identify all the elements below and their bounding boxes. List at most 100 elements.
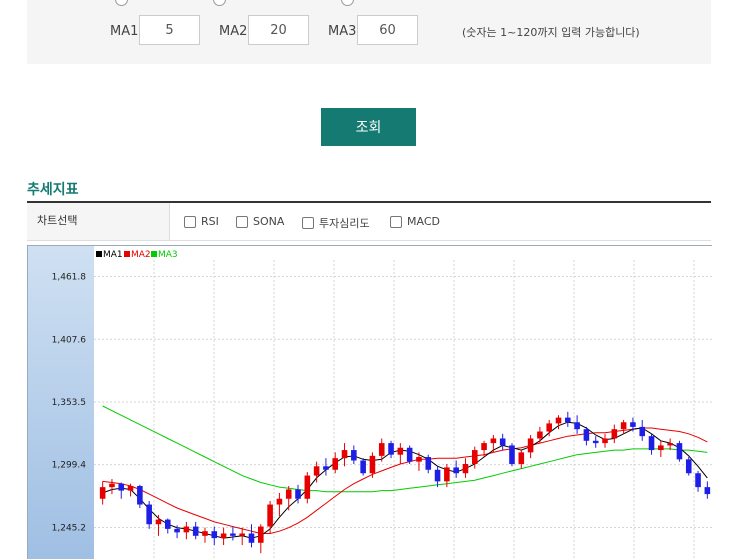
candle-body bbox=[611, 429, 618, 439]
ma2-label: MA2 bbox=[219, 24, 248, 39]
candle-body bbox=[211, 531, 218, 539]
candle-body bbox=[341, 450, 348, 459]
indicator-rsi[interactable]: RSI bbox=[184, 215, 219, 228]
candle-body bbox=[434, 469, 441, 482]
candle-body bbox=[146, 504, 152, 525]
y-tick-label: 1,245.2 bbox=[52, 523, 86, 533]
psychology-checkbox[interactable] bbox=[302, 217, 314, 229]
ma2-input[interactable] bbox=[248, 15, 309, 45]
candle-body bbox=[332, 458, 339, 470]
candle-body bbox=[444, 467, 450, 482]
y-tick-label: 1,407.6 bbox=[52, 335, 87, 345]
legend-ma1: MA1 bbox=[103, 250, 123, 260]
candle-body bbox=[416, 457, 422, 462]
candle-body bbox=[202, 531, 208, 536]
candle-body bbox=[471, 450, 478, 464]
candle-body bbox=[592, 440, 599, 444]
candle-body bbox=[183, 526, 190, 533]
candle-body bbox=[267, 504, 273, 527]
indicator-psychology[interactable]: 투자심리도 bbox=[302, 215, 370, 231]
candle-body bbox=[304, 475, 311, 499]
radio-option-2[interactable] bbox=[213, 0, 226, 6]
candle-body bbox=[360, 460, 366, 474]
macd-checkbox[interactable] bbox=[390, 215, 402, 228]
candle-body bbox=[378, 443, 385, 456]
candle-body bbox=[174, 528, 180, 533]
radio-option-1[interactable] bbox=[115, 0, 128, 6]
candle-body bbox=[192, 526, 199, 536]
sona-checkbox[interactable] bbox=[236, 215, 248, 228]
candle-body bbox=[546, 423, 552, 432]
legend-ma1-swatch bbox=[96, 251, 102, 257]
candle-body bbox=[99, 487, 106, 499]
candle-body bbox=[313, 466, 320, 476]
candle-body bbox=[639, 426, 646, 437]
indicator-macd[interactable]: MACD bbox=[390, 215, 440, 228]
ma-input-hint: (숫자는 1~120까지 입력 가능합니다) bbox=[462, 26, 640, 39]
candle-body bbox=[462, 463, 469, 474]
candle-body bbox=[481, 443, 487, 451]
candle-body bbox=[220, 533, 227, 539]
candle-body bbox=[295, 489, 301, 499]
candle-body bbox=[137, 485, 143, 505]
candle-body bbox=[565, 417, 571, 423]
macd-label: MACD bbox=[407, 215, 440, 228]
price-chart[interactable]: 1,461.8 1,407.6 1,353.5 1,299.4 1,245.2 MA1 … bbox=[27, 245, 712, 559]
candle-body bbox=[667, 443, 673, 446]
search-button[interactable]: 조회 bbox=[321, 108, 416, 146]
indicator-sona[interactable]: SONA bbox=[236, 215, 284, 228]
radio-option-3[interactable] bbox=[341, 0, 354, 6]
candle-body bbox=[527, 438, 534, 453]
candle-body bbox=[406, 447, 413, 462]
candle-body bbox=[583, 429, 590, 441]
candle-body bbox=[676, 443, 683, 460]
legend-ma3: MA3 bbox=[158, 250, 178, 260]
candle-body bbox=[258, 526, 264, 543]
section-title: 추세지표 bbox=[27, 182, 79, 198]
candle-body bbox=[537, 431, 543, 439]
candle-body bbox=[695, 473, 701, 488]
candle-body bbox=[425, 457, 432, 470]
candle-body bbox=[518, 452, 525, 464]
candle-body bbox=[453, 467, 459, 474]
candle-body bbox=[118, 483, 125, 491]
ma3-input[interactable] bbox=[357, 15, 418, 45]
candle-body bbox=[230, 533, 236, 536]
candle-body bbox=[239, 533, 245, 536]
y-tick-label: 1,461.8 bbox=[52, 272, 87, 282]
candle-body bbox=[574, 422, 580, 430]
candle-body bbox=[602, 438, 608, 444]
candle-body bbox=[704, 487, 711, 495]
y-tick-label: 1,353.5 bbox=[52, 398, 86, 408]
candle-body bbox=[658, 445, 664, 451]
candle-body bbox=[630, 422, 636, 427]
candle-body bbox=[369, 455, 376, 474]
legend-ma3-swatch bbox=[151, 251, 157, 257]
candle-body bbox=[555, 417, 562, 424]
rsi-label: RSI bbox=[201, 215, 219, 228]
candle-body bbox=[351, 450, 357, 461]
ma1-input[interactable] bbox=[139, 15, 200, 45]
chart-svg: 1,461.81,407.61,353.51,299.41,245.2 MA1 … bbox=[28, 246, 712, 559]
candle-body bbox=[509, 445, 515, 464]
candle-body bbox=[248, 533, 255, 543]
candle-body bbox=[323, 466, 329, 470]
candle-body bbox=[388, 443, 394, 455]
legend-ma2: MA2 bbox=[131, 250, 151, 260]
ma3-label: MA3 bbox=[328, 24, 357, 39]
candle-body bbox=[276, 498, 283, 505]
candle-body bbox=[109, 483, 115, 488]
candle-body bbox=[155, 519, 162, 525]
candle-body bbox=[397, 447, 404, 455]
candle-body bbox=[685, 459, 692, 474]
legend-ma2-swatch bbox=[124, 251, 130, 257]
psychology-label: 투자심리도 bbox=[319, 217, 370, 230]
candle-body bbox=[127, 485, 134, 491]
ma1-label: MA1 bbox=[110, 24, 139, 39]
rsi-checkbox[interactable] bbox=[184, 215, 196, 228]
indicator-header: 차트선택 bbox=[27, 203, 170, 240]
indicator-selector-row: 차트선택 RSI SONA 투자심리도 MACD bbox=[27, 201, 711, 241]
candle-body bbox=[490, 438, 497, 444]
ma-settings-panel: MA1 MA2 MA3 (숫자는 1~120까지 입력 가능합니다) bbox=[27, 0, 711, 64]
candle-body bbox=[620, 422, 627, 430]
